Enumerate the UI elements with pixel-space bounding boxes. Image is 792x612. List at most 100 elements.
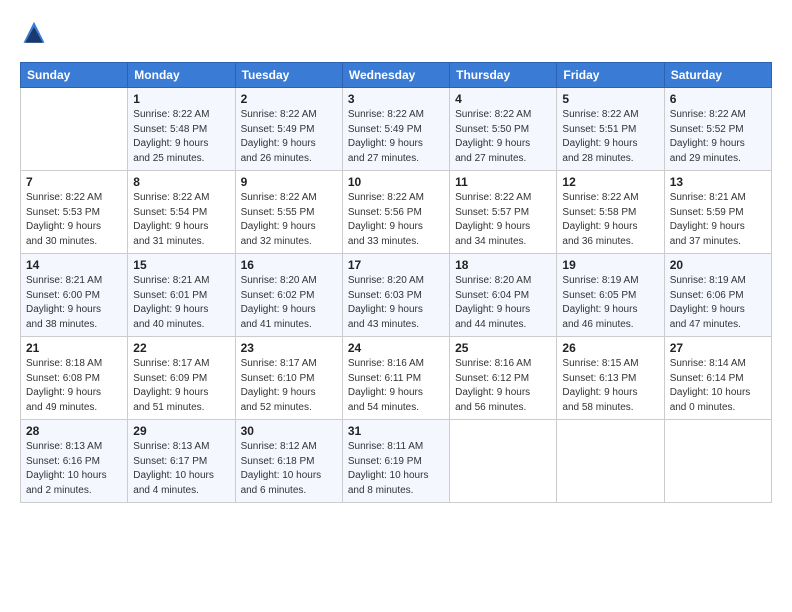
day-number: 21 (26, 341, 122, 355)
day-detail: Sunrise: 8:22 AM Sunset: 5:56 PM Dayligh… (348, 191, 444, 249)
calendar-day-cell: 27Sunrise: 8:14 AM Sunset: 6:14 PM Dayli… (664, 337, 771, 420)
calendar-table: SundayMondayTuesdayWednesdayThursdayFrid… (20, 62, 772, 503)
day-number: 10 (348, 175, 444, 189)
day-detail: Sunrise: 8:16 AM Sunset: 6:12 PM Dayligh… (455, 357, 551, 415)
calendar-week-row: 28Sunrise: 8:13 AM Sunset: 6:16 PM Dayli… (21, 420, 772, 503)
calendar-day-cell: 23 Sunrise: 8:17 AM Sunset: 6:10 PM Dayli… (235, 337, 342, 420)
calendar-day-cell: 5 Sunrise: 8:22 AM Sunset: 5:51 PM Daylig… (557, 88, 664, 171)
calendar-day-cell: 1 Sunrise: 8:22 AM Sunset: 5:48 PM Daylig… (128, 88, 235, 171)
logo (20, 20, 52, 48)
calendar-day-cell (557, 420, 664, 503)
weekday-header: Thursday (450, 63, 557, 88)
day-detail: Sunrise: 8:19 AM Sunset: 6:06 PM Dayligh… (670, 274, 766, 332)
calendar-day-cell: 24 Sunrise: 8:16 AM Sunset: 6:11 PM Dayli… (342, 337, 449, 420)
calendar-day-cell: 7 Sunrise: 8:22 AM Sunset: 5:53 PM Daylig… (21, 171, 128, 254)
day-detail: Sunrise: 8:21 AM Sunset: 6:00 PM Dayligh… (26, 274, 122, 332)
day-detail: Sunrise: 8:22 AM Sunset: 5:58 PM Dayligh… (562, 191, 658, 249)
calendar-day-cell: 12 Sunrise: 8:22 AM Sunset: 5:58 PM Dayli… (557, 171, 664, 254)
calendar-day-cell: 31 Sunrise: 8:11 AM Sunset: 6:19 PM Dayli… (342, 420, 449, 503)
calendar-day-cell: 30 Sunrise: 8:12 AM Sunset: 6:18 PM Dayli… (235, 420, 342, 503)
day-number: 1 (133, 92, 229, 106)
day-detail: Sunrise: 8:12 AM Sunset: 6:18 PM Dayligh… (241, 440, 337, 498)
day-number: 7 (26, 175, 122, 189)
day-number: 30 (241, 424, 337, 438)
header (20, 20, 772, 48)
day-detail: Sunrise: 8:13 AM Sunset: 6:17 PM Dayligh… (133, 440, 229, 498)
day-number: 3 (348, 92, 444, 106)
day-detail: Sunrise: 8:15 AM Sunset: 6:13 PM Dayligh… (562, 357, 658, 415)
calendar-day-cell (664, 420, 771, 503)
day-detail: Sunrise: 8:22 AM Sunset: 5:51 PM Dayligh… (562, 108, 658, 166)
calendar-day-cell: 9 Sunrise: 8:22 AM Sunset: 5:55 PM Daylig… (235, 171, 342, 254)
calendar-day-cell: 19 Sunrise: 8:19 AM Sunset: 6:05 PM Dayli… (557, 254, 664, 337)
day-number: 19 (562, 258, 658, 272)
calendar-day-cell: 26 Sunrise: 8:15 AM Sunset: 6:13 PM Dayli… (557, 337, 664, 420)
weekday-header: Sunday (21, 63, 128, 88)
calendar-day-cell: 6Sunrise: 8:22 AM Sunset: 5:52 PM Daylig… (664, 88, 771, 171)
day-number: 31 (348, 424, 444, 438)
day-detail: Sunrise: 8:22 AM Sunset: 5:49 PM Dayligh… (348, 108, 444, 166)
weekday-header: Wednesday (342, 63, 449, 88)
calendar-day-cell: 18 Sunrise: 8:20 AM Sunset: 6:04 PM Dayli… (450, 254, 557, 337)
day-number: 9 (241, 175, 337, 189)
day-number: 17 (348, 258, 444, 272)
calendar-day-cell: 8Sunrise: 8:22 AM Sunset: 5:54 PM Daylig… (128, 171, 235, 254)
day-number: 26 (562, 341, 658, 355)
day-number: 22 (133, 341, 229, 355)
day-number: 2 (241, 92, 337, 106)
calendar-day-cell (21, 88, 128, 171)
calendar-day-cell: 14Sunrise: 8:21 AM Sunset: 6:00 PM Dayli… (21, 254, 128, 337)
calendar-day-cell: 29 Sunrise: 8:13 AM Sunset: 6:17 PM Dayli… (128, 420, 235, 503)
day-detail: Sunrise: 8:22 AM Sunset: 5:49 PM Dayligh… (241, 108, 337, 166)
day-number: 11 (455, 175, 551, 189)
calendar-day-cell: 3 Sunrise: 8:22 AM Sunset: 5:49 PM Daylig… (342, 88, 449, 171)
day-detail: Sunrise: 8:21 AM Sunset: 5:59 PM Dayligh… (670, 191, 766, 249)
calendar-day-cell: 15 Sunrise: 8:21 AM Sunset: 6:01 PM Dayli… (128, 254, 235, 337)
day-number: 27 (670, 341, 766, 355)
day-number: 4 (455, 92, 551, 106)
calendar-day-cell: 22 Sunrise: 8:17 AM Sunset: 6:09 PM Dayli… (128, 337, 235, 420)
day-number: 5 (562, 92, 658, 106)
day-number: 29 (133, 424, 229, 438)
calendar-week-row: 21 Sunrise: 8:18 AM Sunset: 6:08 PM Dayli… (21, 337, 772, 420)
weekday-header: Monday (128, 63, 235, 88)
day-number: 18 (455, 258, 551, 272)
day-detail: Sunrise: 8:22 AM Sunset: 5:55 PM Dayligh… (241, 191, 337, 249)
day-detail: Sunrise: 8:20 AM Sunset: 6:03 PM Dayligh… (348, 274, 444, 332)
day-detail: Sunrise: 8:20 AM Sunset: 6:04 PM Dayligh… (455, 274, 551, 332)
weekday-row: SundayMondayTuesdayWednesdayThursdayFrid… (21, 63, 772, 88)
calendar-week-row: 1 Sunrise: 8:22 AM Sunset: 5:48 PM Daylig… (21, 88, 772, 171)
day-detail: Sunrise: 8:11 AM Sunset: 6:19 PM Dayligh… (348, 440, 444, 498)
calendar-day-cell: 4 Sunrise: 8:22 AM Sunset: 5:50 PM Daylig… (450, 88, 557, 171)
day-detail: Sunrise: 8:17 AM Sunset: 6:09 PM Dayligh… (133, 357, 229, 415)
day-detail: Sunrise: 8:21 AM Sunset: 6:01 PM Dayligh… (133, 274, 229, 332)
day-detail: Sunrise: 8:20 AM Sunset: 6:02 PM Dayligh… (241, 274, 337, 332)
calendar-body: 1 Sunrise: 8:22 AM Sunset: 5:48 PM Daylig… (21, 88, 772, 503)
day-detail: Sunrise: 8:22 AM Sunset: 5:54 PM Dayligh… (133, 191, 229, 249)
day-detail: Sunrise: 8:22 AM Sunset: 5:48 PM Dayligh… (133, 108, 229, 166)
day-detail: Sunrise: 8:17 AM Sunset: 6:10 PM Dayligh… (241, 357, 337, 415)
day-number: 6 (670, 92, 766, 106)
day-number: 12 (562, 175, 658, 189)
day-detail: Sunrise: 8:22 AM Sunset: 5:50 PM Dayligh… (455, 108, 551, 166)
calendar-day-cell: 20 Sunrise: 8:19 AM Sunset: 6:06 PM Dayli… (664, 254, 771, 337)
day-number: 25 (455, 341, 551, 355)
day-number: 20 (670, 258, 766, 272)
day-number: 15 (133, 258, 229, 272)
day-detail: Sunrise: 8:18 AM Sunset: 6:08 PM Dayligh… (26, 357, 122, 415)
day-number: 23 (241, 341, 337, 355)
calendar-day-cell: 25 Sunrise: 8:16 AM Sunset: 6:12 PM Dayli… (450, 337, 557, 420)
day-detail: Sunrise: 8:19 AM Sunset: 6:05 PM Dayligh… (562, 274, 658, 332)
day-detail: Sunrise: 8:22 AM Sunset: 5:53 PM Dayligh… (26, 191, 122, 249)
calendar-day-cell: 13Sunrise: 8:21 AM Sunset: 5:59 PM Dayli… (664, 171, 771, 254)
calendar-day-cell: 2 Sunrise: 8:22 AM Sunset: 5:49 PM Daylig… (235, 88, 342, 171)
calendar-day-cell: 17 Sunrise: 8:20 AM Sunset: 6:03 PM Dayli… (342, 254, 449, 337)
calendar-day-cell: 16Sunrise: 8:20 AM Sunset: 6:02 PM Dayli… (235, 254, 342, 337)
calendar-week-row: 14Sunrise: 8:21 AM Sunset: 6:00 PM Dayli… (21, 254, 772, 337)
day-number: 24 (348, 341, 444, 355)
day-number: 28 (26, 424, 122, 438)
calendar-day-cell (450, 420, 557, 503)
weekday-header: Friday (557, 63, 664, 88)
day-detail: Sunrise: 8:16 AM Sunset: 6:11 PM Dayligh… (348, 357, 444, 415)
calendar-day-cell: 21 Sunrise: 8:18 AM Sunset: 6:08 PM Dayli… (21, 337, 128, 420)
